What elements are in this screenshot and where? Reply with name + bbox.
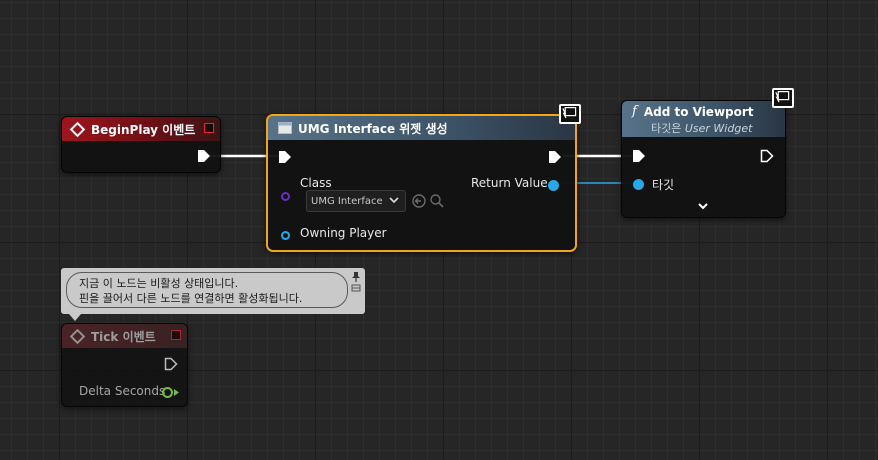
add-to-viewport-title: Add to Viewport — [643, 104, 754, 119]
exec-out-pin[interactable] — [197, 149, 211, 163]
delta-seconds-label: Delta Seconds — [79, 384, 166, 398]
client-server-icon — [772, 88, 794, 108]
exec-in-pin[interactable] — [632, 149, 646, 163]
target-label: 타깃 — [652, 178, 675, 192]
event-diamond-icon — [69, 328, 86, 344]
search-icon[interactable] — [430, 194, 444, 208]
beginplay-title: BeginPlay 이벤트 — [91, 122, 196, 137]
exec-out-pin[interactable] — [548, 150, 562, 164]
create-widget-node[interactable]: UMG Interface 위젯 생성 Class Return Value O… — [266, 114, 577, 252]
return-value-pin[interactable] — [548, 180, 559, 191]
create-widget-title: UMG Interface 위젯 생성 — [298, 121, 448, 136]
delta-seconds-pin[interactable] — [162, 387, 173, 398]
comment-line-1: 지금 이 노드는 비활성 상태입니다. — [79, 277, 239, 290]
tick-event-node[interactable]: Tick 이벤트 Delta Seconds — [61, 323, 188, 407]
beginplay-event-node[interactable]: BeginPlay 이벤트 — [61, 116, 221, 173]
event-diamond-icon — [69, 121, 86, 137]
tick-title: Tick 이벤트 — [91, 329, 156, 344]
output-delegate-pin[interactable] — [204, 123, 214, 133]
return-value-label: Return Value — [471, 176, 548, 190]
function-icon: f — [632, 104, 637, 119]
comment-line-2: 핀을 끌어서 다른 노드를 연결하면 활성화됩니다. — [79, 292, 303, 305]
use-selected-asset-icon[interactable] — [412, 194, 426, 208]
add-to-viewport-subtitle: 타깃은 User Widget — [651, 120, 752, 136]
disabled-node-comment: 지금 이 노드는 비활성 상태입니다. 핀을 끌어서 다른 노드를 연결하면 활… — [61, 268, 365, 321]
create-widget-header[interactable]: UMG Interface 위젯 생성 — [268, 116, 575, 140]
pin-comment-icon[interactable] — [351, 271, 361, 293]
class-combo-value: UMG Interface — [311, 195, 383, 207]
comment-bubble: 지금 이 노드는 비활성 상태입니다. 핀을 끌어서 다른 노드를 연결하면 활… — [66, 272, 348, 308]
subtitle-prefix: 타깃은 — [651, 122, 685, 135]
add-to-viewport-node[interactable]: f Add to Viewport 타깃은 User Widget 타깃 — [621, 100, 786, 218]
chevron-down-icon — [389, 197, 399, 204]
beginplay-header[interactable]: BeginPlay 이벤트 — [62, 117, 220, 141]
widget-icon — [278, 122, 292, 134]
owning-player-pin[interactable] — [281, 231, 290, 240]
class-pin[interactable] — [281, 192, 290, 201]
pin-arrow-icon — [174, 389, 179, 396]
comment-tail — [69, 314, 81, 321]
exec-out-pin[interactable] — [164, 357, 178, 371]
subtitle-target: User Widget — [684, 122, 753, 135]
output-delegate-pin[interactable] — [171, 330, 181, 340]
expand-chevron-icon[interactable] — [697, 201, 709, 211]
add-to-viewport-header[interactable]: f Add to Viewport 타깃은 User Widget — [622, 101, 785, 137]
target-pin[interactable] — [633, 179, 644, 190]
exec-out-pin[interactable] — [760, 149, 774, 163]
owning-player-label: Owning Player — [300, 226, 387, 240]
class-pin-label: Class — [300, 176, 332, 190]
tick-header[interactable]: Tick 이벤트 — [62, 324, 187, 348]
client-server-icon — [559, 104, 581, 124]
exec-in-pin[interactable] — [278, 150, 292, 164]
class-combo-box[interactable]: UMG Interface — [306, 190, 406, 212]
